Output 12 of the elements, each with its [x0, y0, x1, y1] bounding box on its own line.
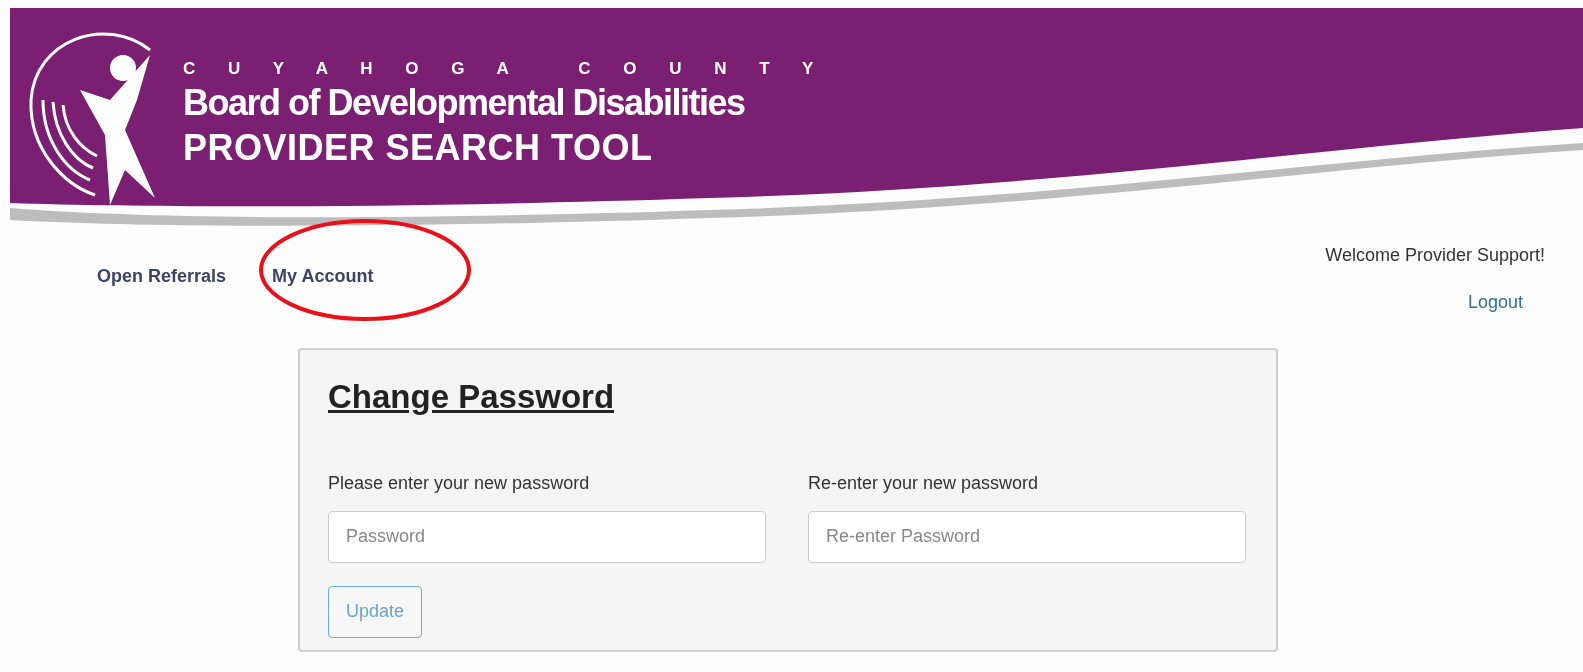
password-field[interactable]: Re-enter Password	[808, 510, 1246, 563]
field-label: Please enter your new password	[328, 471, 591, 495]
nav-link[interactable]: Open Referrals	[97, 263, 227, 290]
nav-link[interactable]: My Account	[272, 263, 374, 290]
card-title: Change Password	[328, 377, 615, 417]
county-name: C U Y A H O G A C O U N T Y	[183, 58, 828, 80]
logout-link[interactable]: Logout	[1467, 289, 1523, 316]
tool-name: PROVIDER SEARCH TOOL	[183, 126, 653, 170]
board-name: Board of Developmental Disabilities	[183, 81, 745, 125]
password-field[interactable]: Password	[328, 510, 766, 563]
welcome-text: Welcome Provider Support!	[1325, 244, 1545, 267]
field-label: Re-enter your new password	[808, 471, 1040, 495]
